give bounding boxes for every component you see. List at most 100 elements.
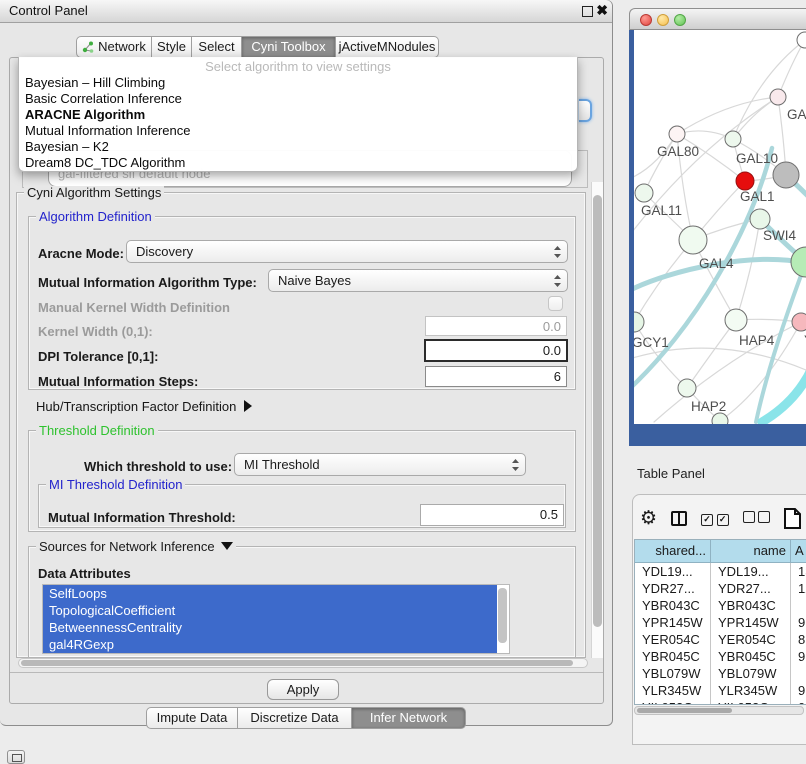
which-threshold-combobox[interactable]: MI Threshold [234,453,526,476]
table-row[interactable]: YBR043CYBR043C [635,597,806,614]
network-node[interactable] [634,312,644,332]
table-cell[interactable]: YDR27... [635,580,711,597]
column-header[interactable]: name [711,540,791,562]
deselect-all-columns-icon[interactable] [743,511,771,526]
table-cell[interactable]: YBR045C [711,648,791,665]
select-all-columns-icon[interactable]: ✓ ✓ [701,510,729,526]
mi-steps-field[interactable]: 6 [425,366,567,387]
kernel-width-field[interactable]: 0.0 [425,316,567,336]
tab-discretize-data[interactable]: Discretize Data [238,707,352,729]
column-header[interactable]: A [791,540,806,562]
table-cell[interactable]: YIL052C [711,699,791,705]
list-item[interactable]: BetweennessCentrality [43,619,509,636]
close-traffic-light[interactable] [640,14,652,26]
dropdown-item[interactable]: Basic Correlation Inference [19,91,577,107]
gear-icon[interactable]: ⚙ [640,507,657,529]
table-cell[interactable] [791,597,806,614]
table-cell[interactable]: YBL079W [635,665,711,682]
float-window-icon[interactable] [582,6,593,17]
table-row[interactable]: YBL079WYBL079W [635,665,806,682]
table-cell[interactable]: YER054C [711,631,791,648]
node-table[interactable]: shared... name A YDL19...YDL19...13YDR27… [634,539,806,705]
tab-select[interactable]: Select [192,36,242,58]
network-node[interactable] [678,379,696,397]
hub-definition-toggle[interactable]: Hub/Transcription Factor Definition [36,399,252,414]
algorithm-combobox-arrow[interactable] [579,99,592,122]
list-item[interactable]: TopologicalCoefficient [43,602,509,619]
table-cell[interactable]: YDR27... [711,580,791,597]
table-cell[interactable]: YBR043C [635,597,711,614]
control-panel-titlebar[interactable]: Control Panel ✖ [0,0,612,23]
manual-kernel-width-checkbox[interactable] [548,296,563,311]
tab-style[interactable]: Style [152,36,192,58]
table-cell[interactable] [791,665,806,682]
network-view-canvas[interactable]: GALGAL80GAL10GAL1GAL11GAL4SWI4GCY1HAP4YH… [634,30,806,424]
mi-algorithm-type-combobox[interactable]: Naive Bayes [268,269,568,292]
settings-vertical-scrollbar[interactable] [591,182,603,658]
data-attributes-list[interactable]: SelfLoops TopologicalCoefficient Between… [42,584,510,654]
table-horizontal-scrollbar[interactable] [634,706,804,715]
table-row[interactable]: YDL19...YDL19...13 [635,563,806,580]
table-cell[interactable]: YDL19... [635,563,711,580]
table-row[interactable]: YBR045CYBR045C9. [635,648,806,665]
network-node[interactable] [773,162,799,188]
table-cell[interactable]: 0 [791,699,806,705]
column-header[interactable]: shared... [635,540,711,562]
network-node[interactable] [712,413,728,424]
table-row[interactable]: YPR145WYPR145W9. [635,614,806,631]
table-cell[interactable]: YDL19... [711,563,791,580]
column-layout-icon[interactable] [671,511,687,526]
close-icon[interactable]: ✖ [596,2,608,19]
zoom-traffic-light[interactable] [674,14,686,26]
network-node[interactable] [770,89,786,105]
list-item[interactable]: gal4RGexp [43,636,509,653]
apply-button[interactable]: Apply [267,679,339,700]
sources-toggle[interactable]: Sources for Network Inference [36,540,236,554]
table-cell[interactable]: YPR145W [635,614,711,631]
dropdown-item[interactable]: Bayesian – K2 [19,139,577,155]
aracne-mode-combobox[interactable]: Discovery [126,240,568,263]
network-node[interactable] [750,209,770,229]
table-cell[interactable]: 13 [791,563,806,580]
table-cell[interactable]: 8. [791,631,806,648]
table-row[interactable]: YIL052CYIL052C0 [635,699,806,705]
table-row[interactable]: YLR345WYLR345W9. [635,682,806,699]
list-item[interactable]: SelfLoops [43,585,509,602]
table-row[interactable]: YDR27...YDR27...12 [635,580,806,597]
table-cell[interactable]: YPR145W [711,614,791,631]
table-cell[interactable]: 9. [791,648,806,665]
network-window-titlebar[interactable] [629,8,806,30]
table-cell[interactable]: YIL052C [635,699,711,705]
network-node[interactable] [679,226,707,254]
network-node[interactable] [635,184,653,202]
table-cell[interactable]: YLR345W [635,682,711,699]
table-cell[interactable]: YER054C [635,631,711,648]
table-cell[interactable]: 9. [791,682,806,699]
tab-jactivemnodules[interactable]: jActiveMNodules [336,36,439,58]
network-node[interactable] [725,309,747,331]
list-scrollbar[interactable] [497,585,509,653]
tab-infer-network[interactable]: Infer Network [352,707,466,729]
table-cell[interactable]: YBR045C [635,648,711,665]
dropdown-item[interactable]: Dream8 DC_TDC Algorithm [19,155,577,171]
table-cell[interactable]: YBR043C [711,597,791,614]
network-node[interactable] [669,126,685,142]
network-node[interactable] [792,313,806,331]
table-cell[interactable]: 9. [791,614,806,631]
network-node[interactable] [736,172,754,190]
tab-cyni-toolbox[interactable]: Cyni Toolbox [242,36,336,58]
dropdown-item-selected[interactable]: ARACNE Algorithm [19,107,577,123]
dpi-tolerance-field[interactable]: 0.0 [424,339,568,362]
dropdown-item[interactable]: Bayesian – Hill Climbing [19,75,577,91]
dropdown-item[interactable]: Mutual Information Inference [19,123,577,139]
settings-horizontal-scrollbar[interactable] [18,658,588,668]
tab-network[interactable]: Network [76,36,152,58]
tab-impute-data[interactable]: Impute Data [146,707,238,729]
table-row[interactable]: YER054CYER054C8. [635,631,806,648]
table-cell[interactable]: 12 [791,580,806,597]
network-node[interactable] [725,131,741,147]
minimize-traffic-light[interactable] [657,14,669,26]
new-function-icon[interactable] [784,508,801,529]
table-cell[interactable]: YBL079W [711,665,791,682]
table-cell[interactable]: YLR345W [711,682,791,699]
